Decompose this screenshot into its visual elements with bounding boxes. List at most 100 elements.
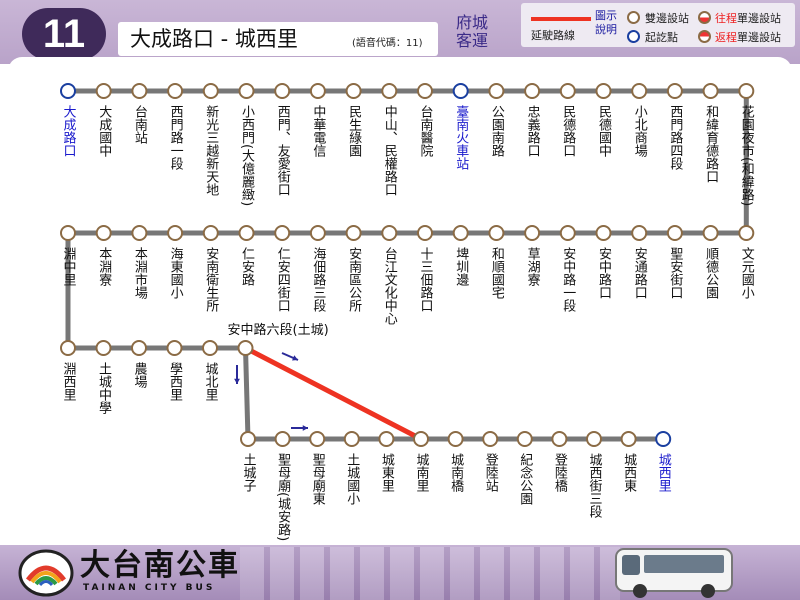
stop-r1-11[interactable]: 臺南火車站	[452, 83, 469, 170]
stop-r4-4[interactable]: 城東里	[378, 431, 395, 492]
stop-icon	[559, 225, 576, 241]
stop-r2-19[interactable]: 文元國小	[738, 225, 755, 300]
stop-r1-15[interactable]: 民德國中	[595, 83, 612, 157]
stop-r2-13[interactable]: 草湖寮	[524, 225, 541, 286]
stop-r4-9[interactable]: 登陸橋	[551, 431, 568, 493]
stop-r3-0[interactable]: 淵西里	[60, 340, 77, 401]
tainan-bus-logo-icon	[18, 549, 74, 597]
stop-r2-3[interactable]: 海東國小	[167, 225, 184, 300]
stop-name-label: 城北里	[203, 362, 219, 401]
stop-name-label: 土城中學	[96, 362, 112, 414]
stop-name-label: 臺南火車站	[453, 105, 469, 170]
stop-r4-1[interactable]: 聖母廟(城安路)	[274, 431, 291, 541]
stop-r1-1[interactable]: 大成國中	[95, 83, 112, 157]
stop-icon	[702, 225, 719, 241]
stop-r1-6[interactable]: 西門、友愛街口	[274, 83, 291, 196]
stop-r2-12[interactable]: 和順國宅	[488, 225, 505, 299]
stop-r1-13[interactable]: 忠義路口	[524, 83, 541, 157]
route-stops: 大成路口 大成國中 台南站 西門路一段 新光三越新天地 小西門(大億麗緻) 西門、友愛街口 中…	[60, 83, 755, 541]
stop-r2-8[interactable]: 安南區公所	[345, 225, 362, 312]
stop-r1-18[interactable]: 和緯育德路口	[702, 83, 719, 183]
stop-r4-10[interactable]: 城西街三段	[586, 431, 603, 518]
stop-r4-12[interactable]: 城西里	[655, 431, 672, 492]
legend-title: 圖示說明	[595, 9, 617, 36]
stop-icon	[95, 83, 112, 99]
stop-r1-7[interactable]: 中華電信	[309, 83, 326, 157]
stop-r4-8[interactable]: 紀念公園	[516, 431, 533, 505]
stop-r2-11[interactable]: 埤圳邊	[452, 225, 469, 287]
stop-icon	[524, 83, 541, 99]
stop-r2-18[interactable]: 順德公園	[702, 225, 719, 299]
stop-name-label: 淵中里	[61, 247, 77, 286]
inbound-one-side-icon	[698, 30, 711, 43]
stop-r4-6[interactable]: 城南橋	[447, 431, 464, 493]
stop-r2-0[interactable]: 淵中里	[60, 225, 77, 286]
route-title-box: 大成路口 - 城西里 (語音代碼：11)	[118, 22, 438, 56]
stop-name-label: 安南區公所	[346, 247, 362, 312]
stop-icon	[131, 225, 148, 241]
stop-r1-9[interactable]: 中山、民權路口	[381, 83, 398, 196]
stop-r2-7[interactable]: 海佃路三段	[309, 225, 326, 312]
stop-name-label: 學西里	[167, 362, 183, 401]
stop-r1-16[interactable]: 小北商場	[631, 83, 648, 157]
stop-r2-10[interactable]: 十三佃路口	[417, 225, 434, 312]
stop-r1-17[interactable]: 西門路四段	[666, 83, 683, 170]
stop-icon	[702, 83, 719, 99]
stop-r4-5[interactable]: 城南里	[413, 431, 430, 492]
stop-icon	[202, 225, 219, 241]
stop-r1-12[interactable]: 公園南路	[488, 83, 505, 157]
stop-icon	[381, 225, 398, 241]
stop-r1-0[interactable]: 大成路口	[60, 83, 77, 157]
stop-r1-4[interactable]: 新光三越新天地	[202, 83, 219, 196]
stop-name-label: 安中路六段(土城)	[228, 322, 329, 338]
stop-r2-1[interactable]: 本淵寮	[95, 225, 112, 286]
stop-name-label: 台江文化中心	[382, 247, 398, 325]
stop-r3-1[interactable]: 土城中學	[95, 340, 112, 414]
stop-name-label: 海東國小	[168, 247, 184, 300]
extension-route-line	[243, 345, 424, 442]
stop-r4-2[interactable]: 聖母廟東	[309, 431, 326, 505]
stop-r4-3[interactable]: 土城國小	[343, 431, 360, 506]
stop-r2-2[interactable]: 本淵市場	[131, 225, 148, 299]
outbound-prefix: 往程	[715, 12, 737, 25]
stop-r2-4[interactable]: 安南衛生所	[202, 225, 219, 312]
stop-r4-11[interactable]: 城西東	[620, 431, 637, 492]
stop-icon	[516, 431, 533, 447]
stop-name-label: 安中路一段	[560, 247, 576, 312]
stop-icon	[131, 340, 147, 356]
stop-name-label: 農場	[132, 362, 148, 388]
stop-r3-3[interactable]: 學西里	[166, 340, 183, 401]
stop-r2-6[interactable]: 仁安四街口	[274, 225, 291, 312]
stop-r4-7[interactable]: 登陸站	[482, 431, 499, 492]
stop-r1-8[interactable]: 民生綠園	[345, 83, 362, 157]
stop-name-label: 花園夜市(和緯路)	[739, 104, 755, 206]
stop-r1-10[interactable]: 台南醫院	[417, 83, 434, 157]
stop-r1-3[interactable]: 西門路一段	[167, 83, 184, 170]
route-map: 大成路口 大成國中 台南站 西門路一段 新光三越新天地 小西門(大億麗緻) 西門、友愛街口 中…	[60, 83, 755, 541]
stop-r1-5[interactable]: 小西門(大億麗緻)	[238, 83, 255, 206]
stop-icon	[237, 340, 254, 356]
stop-icon	[417, 225, 433, 241]
stop-r2-9[interactable]: 台江文化中心	[381, 225, 398, 325]
stop-icon	[586, 431, 602, 447]
stop-r4-0[interactable]: 土城子	[240, 431, 257, 492]
stop-r2-14[interactable]: 安中路一段	[559, 225, 576, 312]
stop-icon	[167, 83, 184, 99]
stop-name-label: 淵西里	[61, 362, 77, 401]
stop-name-label: 民生綠園	[346, 105, 362, 157]
stop-r3-5[interactable]: 安中路六段(土城)	[228, 322, 329, 356]
route-map-area: 大成路口 大成國中 台南站 西門路一段 新光三越新天地 小西門(大億麗緻) 西門、友愛街口 中…	[8, 57, 792, 544]
stop-name-label: 台南站	[132, 105, 148, 144]
stop-r3-2[interactable]: 農場	[131, 340, 148, 388]
stop-icon	[738, 225, 755, 241]
stop-icon	[274, 431, 291, 447]
stop-r1-2[interactable]: 台南站	[131, 83, 148, 144]
stop-icon	[345, 225, 362, 241]
stop-r2-5[interactable]: 仁安路	[238, 225, 255, 286]
stop-r3-4[interactable]: 城北里	[202, 340, 219, 401]
extension-line-swatch	[531, 17, 591, 21]
stop-r2-15[interactable]: 安中路口	[595, 225, 612, 299]
stop-r2-16[interactable]: 安通路口	[631, 225, 648, 299]
stop-r2-17[interactable]: 聖安街口	[666, 225, 683, 299]
stop-r1-14[interactable]: 民德路口	[559, 83, 576, 157]
